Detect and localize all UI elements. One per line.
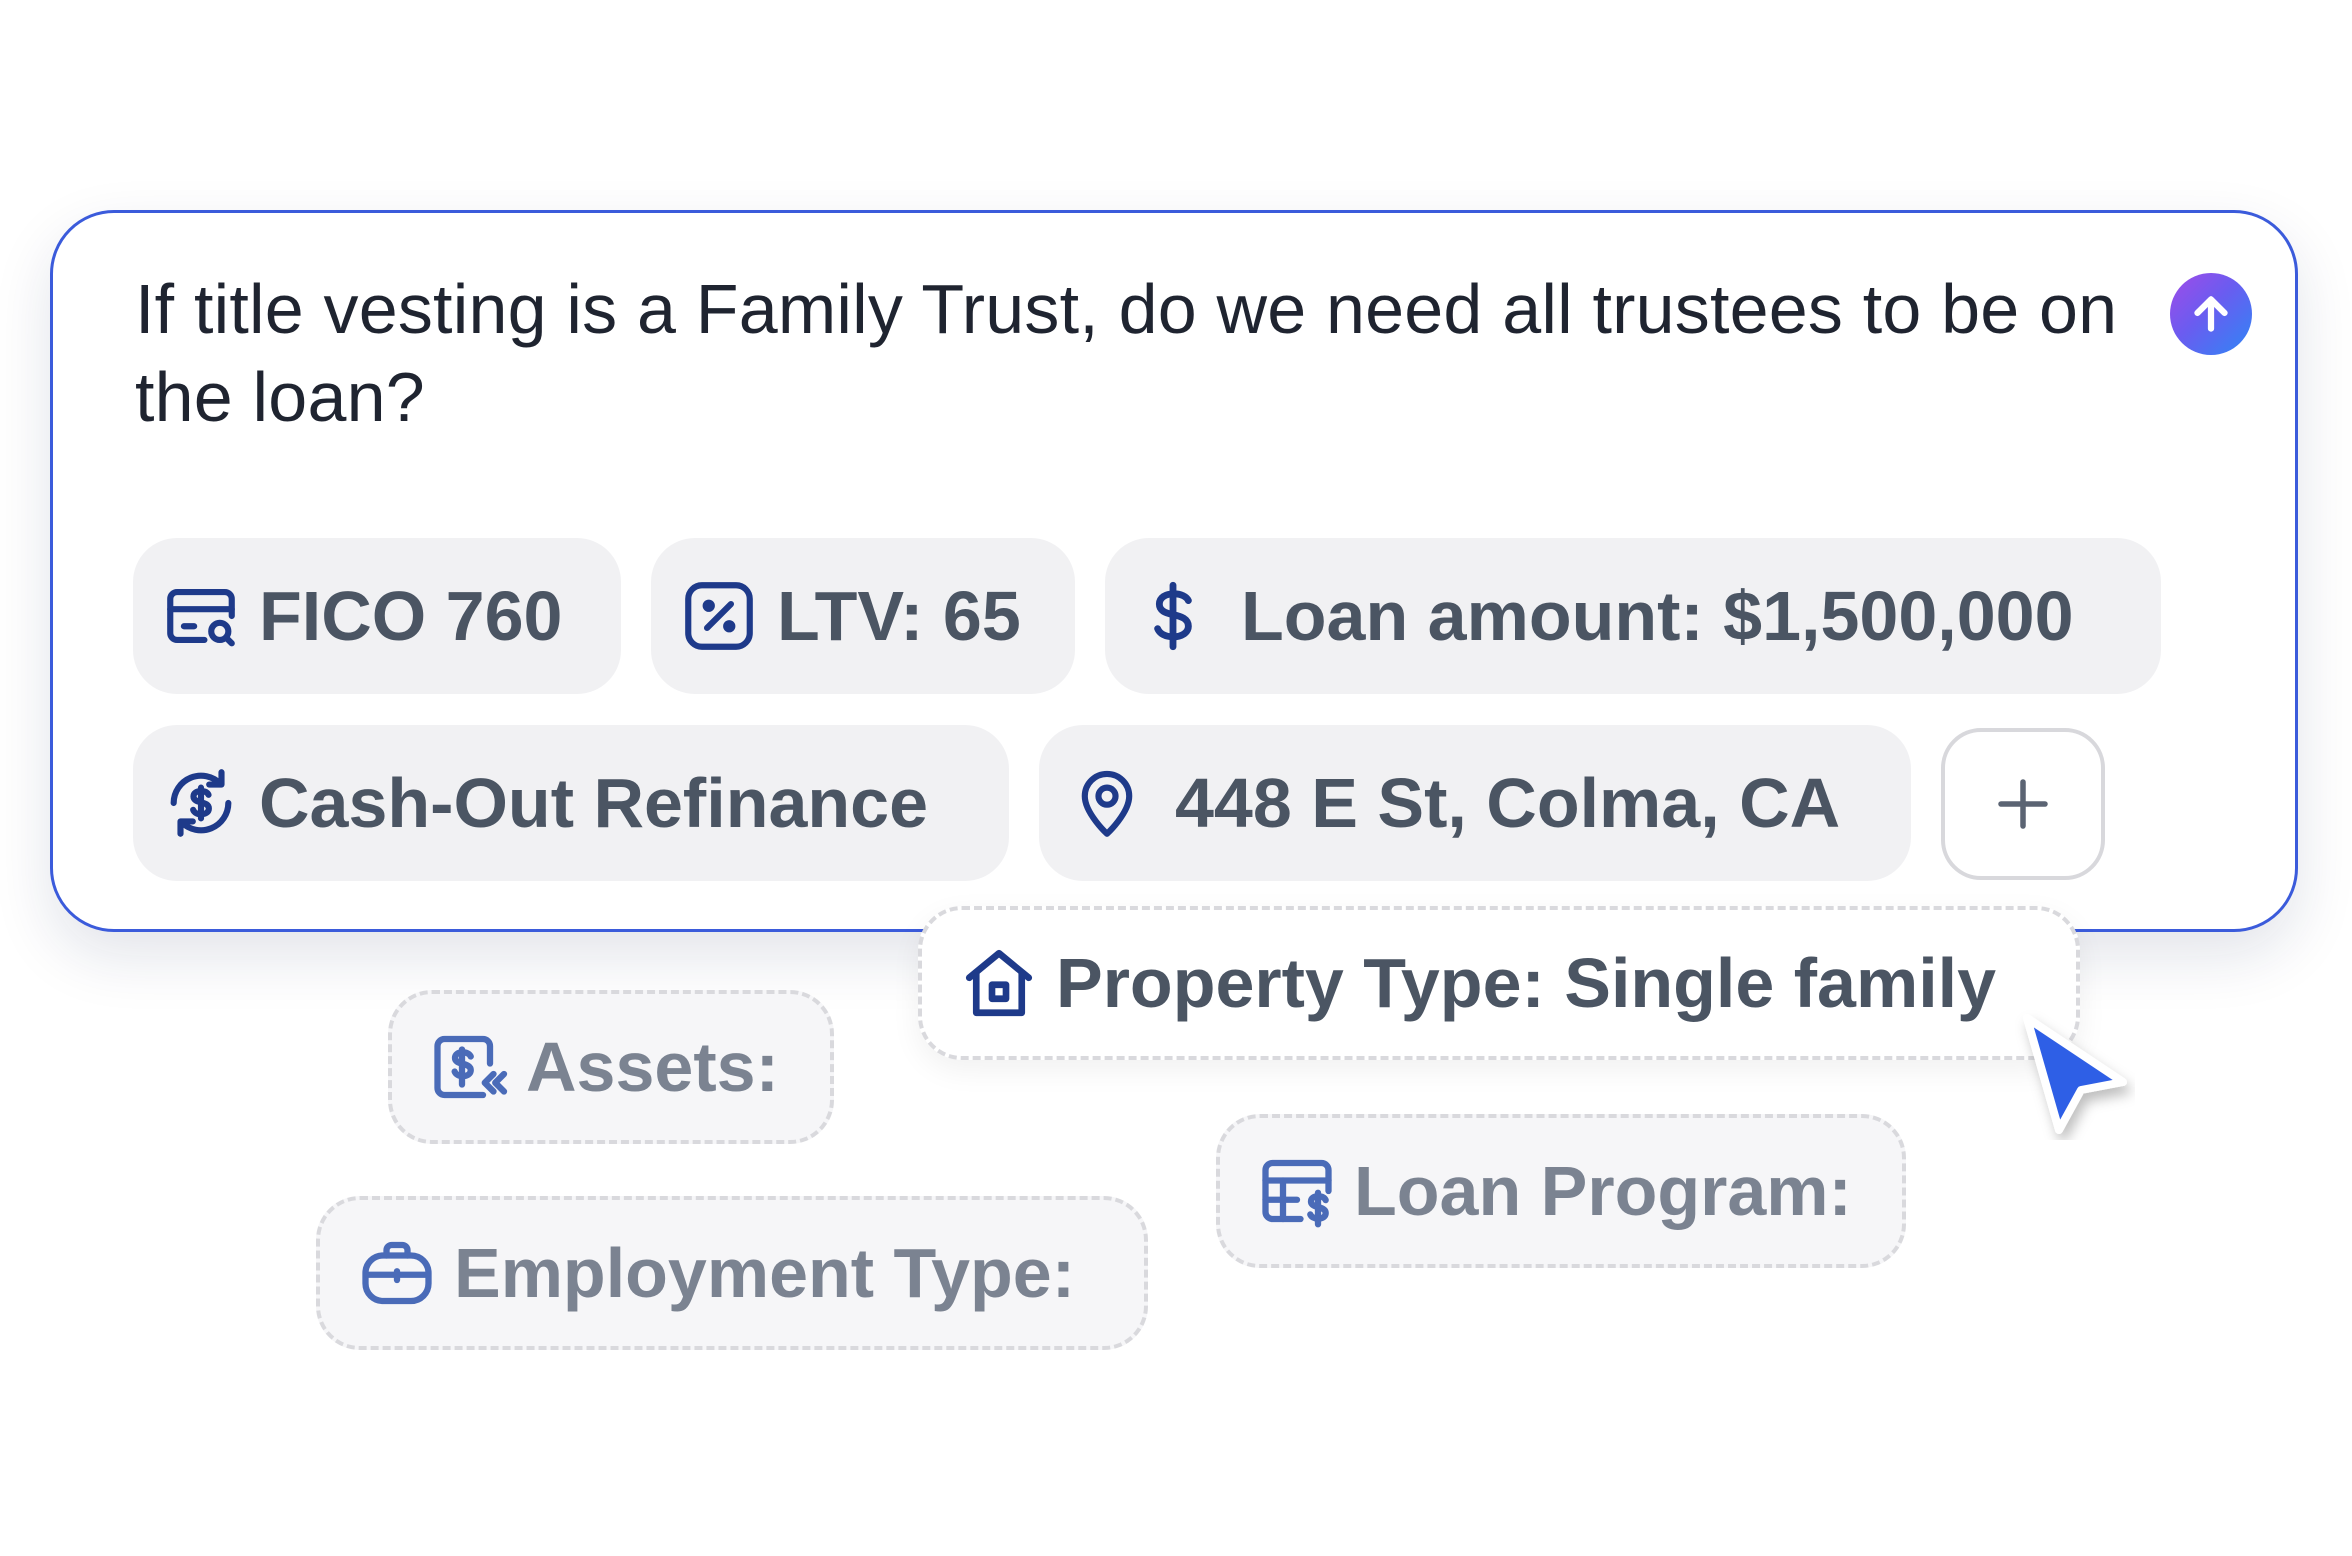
assets-icon: [426, 1024, 512, 1110]
plus-icon: [1998, 779, 2048, 829]
suggestion-label: Employment Type:: [454, 1234, 1076, 1312]
location-pin-icon: [1065, 761, 1149, 845]
mouse-cursor-icon: [2023, 1014, 2127, 1134]
suggestion-label: Loan Program:: [1354, 1152, 1852, 1230]
chip-ltv[interactable]: LTV: 65: [651, 538, 1075, 694]
suggestion-property-type[interactable]: Property Type: Single family: [918, 906, 2080, 1060]
suggestion-label: Property Type: Single family: [1056, 944, 1997, 1022]
chip-address[interactable]: 448 E St, Colma, CA: [1039, 725, 1911, 881]
send-button[interactable]: [2170, 273, 2252, 355]
suggestion-loan-program[interactable]: Loan Program:: [1216, 1114, 1906, 1268]
credit-score-icon: [159, 574, 243, 658]
chip-label: LTV: 65: [777, 577, 1021, 655]
chip-label: FICO 760: [259, 577, 563, 655]
add-chip-button[interactable]: [1941, 728, 2105, 880]
prompt-composer: If title vesting is a Family Trust, do w…: [50, 210, 2298, 932]
question-text[interactable]: If title vesting is a Family Trust, do w…: [135, 265, 2135, 441]
chip-loan-purpose[interactable]: Cash-Out Refinance: [133, 725, 1009, 881]
suggestion-employment-type[interactable]: Employment Type:: [316, 1196, 1148, 1350]
chip-label: Loan amount: $1,500,000: [1241, 577, 2074, 655]
chip-label: Cash-Out Refinance: [259, 764, 928, 842]
loan-program-icon: [1254, 1148, 1340, 1234]
house-icon: [956, 940, 1042, 1026]
chip-label: 448 E St, Colma, CA: [1175, 764, 1841, 842]
chip-loan-amount[interactable]: Loan amount: $1,500,000: [1105, 538, 2161, 694]
arrow-up-icon: [2194, 296, 2228, 332]
dollar-icon: [1131, 574, 1215, 658]
briefcase-icon: [354, 1230, 440, 1316]
suggestion-label: Assets:: [526, 1028, 779, 1106]
refinance-icon: [159, 761, 243, 845]
chip-fico[interactable]: FICO 760: [133, 538, 621, 694]
suggestion-assets[interactable]: Assets:: [388, 990, 834, 1144]
percent-icon: [677, 574, 761, 658]
